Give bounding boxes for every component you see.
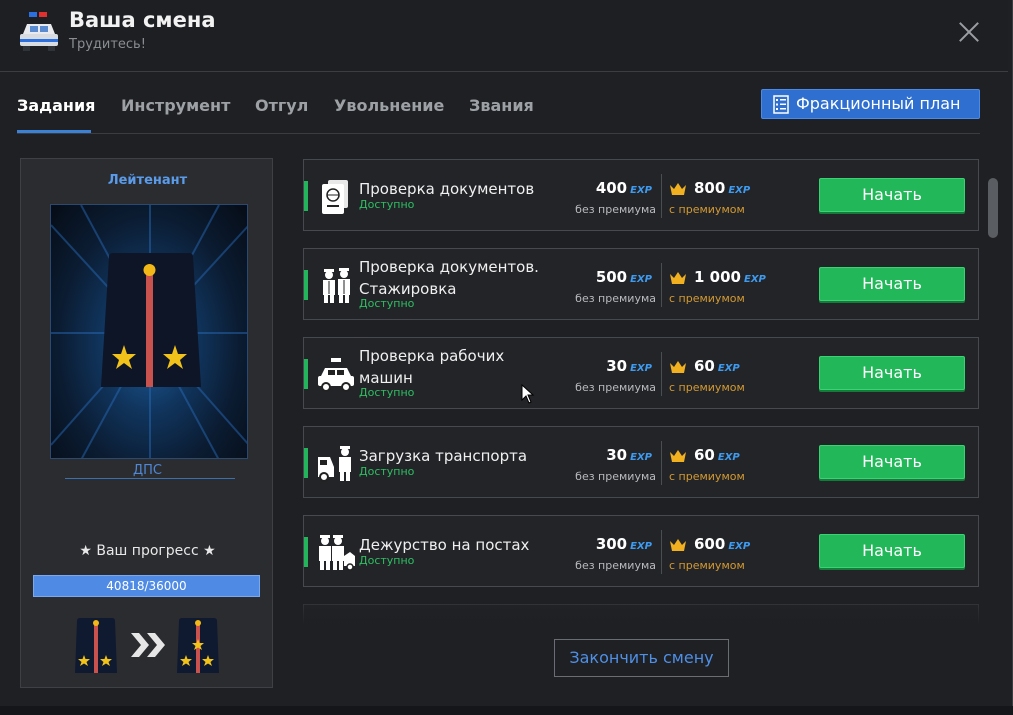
task-available-indicator xyxy=(304,359,308,389)
crown-icon xyxy=(670,539,686,551)
passport-icon xyxy=(322,180,348,214)
task-status: Доступно xyxy=(359,465,415,478)
shift-window: Ваша смена Трудитесь! Задания Инструмент… xyxy=(0,0,1013,715)
task-status: Доступно xyxy=(359,297,415,310)
rank-progress-bar: 40818/36000 xyxy=(33,575,260,597)
task-title: Дежурство на постах xyxy=(359,536,530,554)
reward-divider xyxy=(661,174,662,218)
progress-label: ★ Ваш прогресс ★ xyxy=(79,543,216,559)
with-premium-label: с премиумом xyxy=(669,203,745,216)
without-premium-label: без премиума xyxy=(575,292,656,305)
exp-with-premium: 1 000 EXP xyxy=(694,268,766,286)
tab-tasks[interactable]: Задания xyxy=(17,96,95,115)
exp-without-premium: 400 EXP xyxy=(595,179,652,197)
active-tab-indicator xyxy=(17,130,91,133)
next-rank-epaulette-icon xyxy=(177,618,219,673)
without-premium-label: без премиума xyxy=(575,470,656,483)
task-list-scrollbar[interactable] xyxy=(988,178,998,238)
tow-officer-icon xyxy=(318,446,351,482)
start-task-button[interactable]: Начать xyxy=(819,534,965,568)
crown-icon xyxy=(670,450,686,462)
crown-icon xyxy=(670,361,686,373)
faction-plan-button[interactable]: Фракционный план xyxy=(761,89,980,119)
with-premium-label: с премиумом xyxy=(669,470,745,483)
task-card: Проверка рабочих машин Доступно 30 EXP бе… xyxy=(303,337,979,409)
task-available-indicator xyxy=(304,537,308,567)
window-header: Ваша смена Трудитесь! xyxy=(0,0,1008,72)
faction-plan-label: Фракционный план xyxy=(796,94,961,113)
exp-without-premium: 30 EXP xyxy=(606,446,652,464)
close-icon[interactable] xyxy=(956,19,982,45)
task-card: Проверка документов Доступно 400 EXP без … xyxy=(303,159,979,231)
without-premium-label: без премиума xyxy=(575,381,656,394)
task-card: Дежурство на постах Доступно 300 EXP без … xyxy=(303,515,979,587)
patrol-post-icon xyxy=(319,535,355,571)
crown-icon xyxy=(670,183,686,195)
task-status: Доступно xyxy=(359,386,415,399)
start-task-button[interactable]: Начать xyxy=(819,445,965,479)
window-title: Ваша смена xyxy=(69,8,216,32)
tab-day-off[interactable]: Отгул xyxy=(255,96,308,115)
progress-text: 40818/36000 xyxy=(106,579,187,593)
exp-without-premium: 30 EXP xyxy=(606,357,652,375)
next-rank-arrow-icon xyxy=(131,633,165,657)
officers-icon xyxy=(323,268,350,303)
tab-ranks[interactable]: Звания xyxy=(469,96,534,115)
police-car-icon xyxy=(318,358,354,392)
reward-divider xyxy=(661,530,662,574)
rank-panel: Лейтенант ДПС ★ Ваш прогресс ★ 40818/360… xyxy=(20,158,273,688)
with-premium-label: с премиумом xyxy=(669,381,745,394)
exp-without-premium: 300 EXP xyxy=(595,535,652,553)
current-rank-epaulette-icon xyxy=(75,618,117,673)
task-card: Загрузка транспорта Доступно 30 EXP без п… xyxy=(303,426,979,498)
crown-icon xyxy=(670,272,686,284)
task-available-indicator xyxy=(304,181,308,211)
reward-divider xyxy=(661,352,662,396)
exp-without-premium: 500 EXP xyxy=(595,268,652,286)
task-title: Проверка документов. Стажировка xyxy=(359,258,539,298)
exp-with-premium: 60 EXP xyxy=(694,357,740,375)
tab-resignation[interactable]: Увольнение xyxy=(334,96,444,115)
task-list: Проверка документов Доступно 400 EXP без … xyxy=(303,159,981,625)
task-title: Проверка документов xyxy=(359,180,535,198)
mouse-cursor-icon xyxy=(521,384,535,404)
exp-with-premium: 600 EXP xyxy=(694,535,751,553)
task-title: Проверка рабочих машин xyxy=(359,347,505,387)
window-subtitle: Трудитесь! xyxy=(69,37,146,52)
checklist-icon xyxy=(773,95,789,114)
task-available-indicator xyxy=(304,448,308,478)
start-task-button[interactable]: Начать xyxy=(819,356,965,390)
list-fade-overlay xyxy=(303,589,981,625)
start-task-button[interactable]: Начать xyxy=(819,178,965,212)
with-premium-label: с премиумом xyxy=(669,292,745,305)
reward-divider xyxy=(661,263,662,307)
without-premium-label: без премиума xyxy=(575,203,656,216)
task-status: Доступно xyxy=(359,198,415,211)
rank-epaulette-image xyxy=(50,204,248,459)
task-card: Проверка документов. Стажировка Доступно… xyxy=(303,248,979,320)
bottom-strip xyxy=(0,706,1013,715)
exp-with-premium: 60 EXP xyxy=(694,446,740,464)
reward-divider xyxy=(661,441,662,485)
exp-with-premium: 800 EXP xyxy=(694,179,751,197)
department-label: ДПС xyxy=(132,463,162,478)
task-status: Доступно xyxy=(359,554,415,567)
tab-tools[interactable]: Инструмент xyxy=(121,96,230,115)
with-premium-label: с премиумом xyxy=(669,559,745,572)
rank-name: Лейтенант xyxy=(107,173,188,188)
finish-shift-button[interactable]: Закончить смену xyxy=(554,639,729,677)
task-title: Загрузка транспорта xyxy=(359,447,528,465)
start-task-button[interactable]: Начать xyxy=(819,267,965,301)
without-premium-label: без премиума xyxy=(575,559,656,572)
task-available-indicator xyxy=(304,270,308,300)
police-car-header-icon xyxy=(20,12,58,51)
